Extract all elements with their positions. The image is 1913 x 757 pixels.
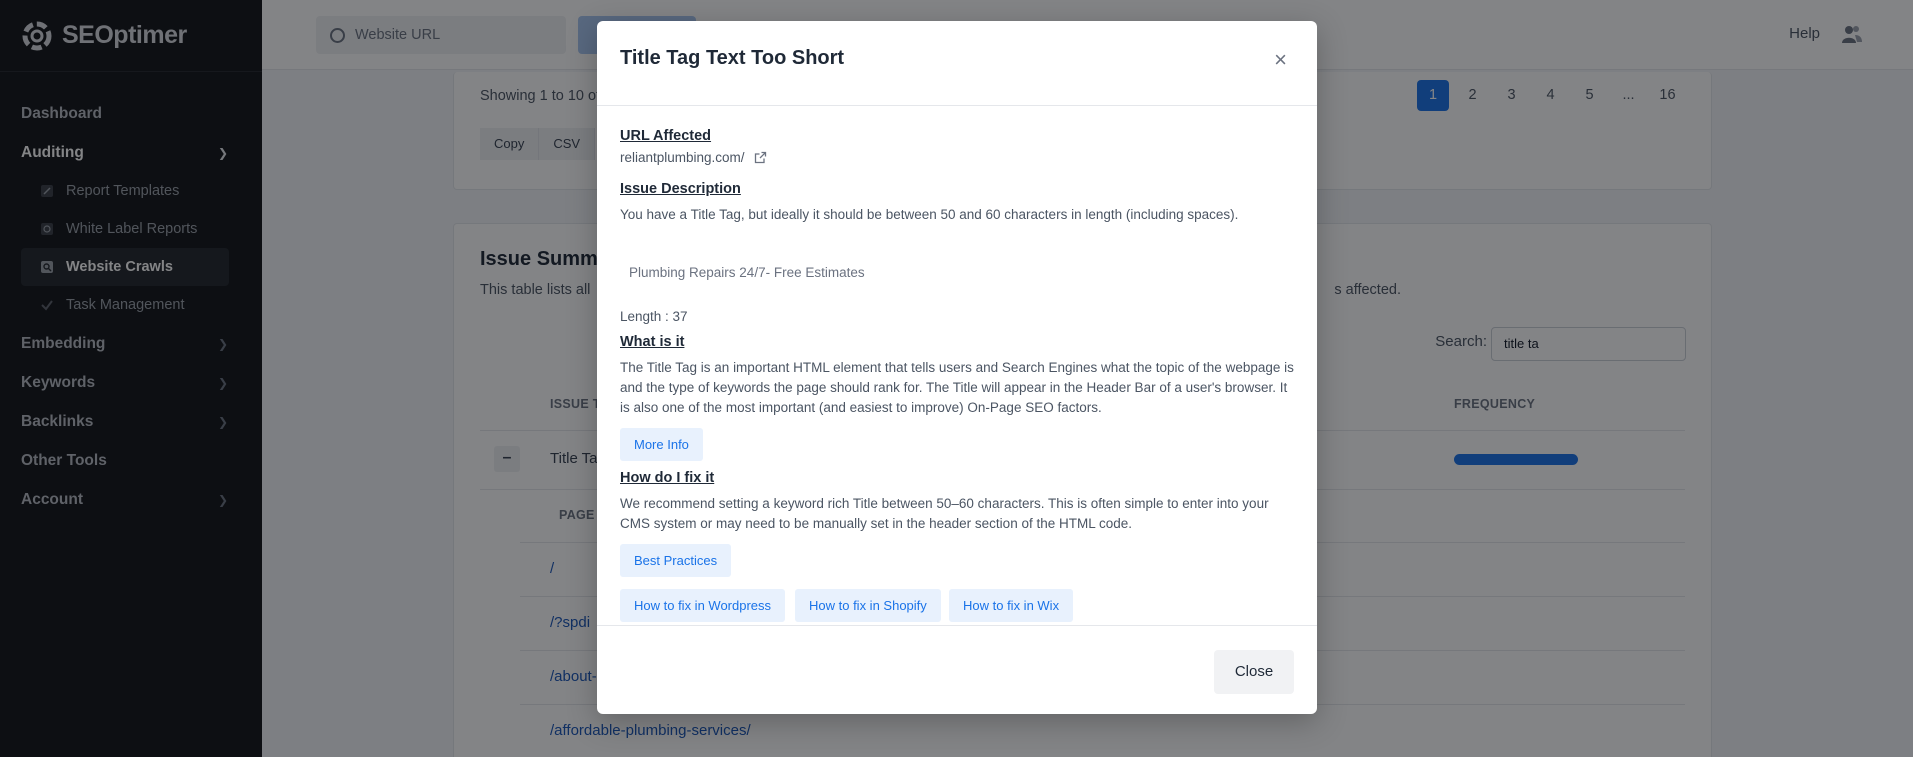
modal-header: Title Tag Text Too Short × <box>597 21 1317 106</box>
more-info-button[interactable]: More Info <box>620 428 703 461</box>
how-to-fix-text: We recommend setting a keyword rich Titl… <box>620 496 1269 531</box>
modal-title: Title Tag Text Too Short <box>620 47 845 69</box>
fix-in-wordpress-button[interactable]: How to fix in Wordpress <box>620 589 786 622</box>
close-button[interactable]: Close <box>1214 650 1294 694</box>
fix-in-shopify-button[interactable]: How to fix in Shopify <box>795 589 941 622</box>
issue-description-heading: Issue Description <box>620 181 741 197</box>
best-practices-button[interactable]: Best Practices <box>620 544 732 577</box>
what-is-it-text: The Title Tag is an important HTML eleme… <box>620 360 1294 415</box>
external-link-icon[interactable] <box>754 151 767 164</box>
affected-url: reliantplumbing.com/ <box>620 150 745 165</box>
modal-footer-divider <box>597 625 1317 626</box>
what-is-it-heading: What is it <box>620 334 685 350</box>
close-icon[interactable]: × <box>1274 49 1287 71</box>
fix-in-wix-button[interactable]: How to fix in Wix <box>949 589 1074 622</box>
title-tag-value: Plumbing Repairs 24/7- Free Estimates <box>620 258 870 288</box>
how-to-fix-heading: How do I fix it <box>620 470 715 486</box>
issue-description-text: You have a Title Tag, but ideally it sho… <box>620 207 1239 222</box>
affected-url-row: reliantplumbing.com/ <box>620 150 767 165</box>
title-length-text: Length : 37 <box>620 309 688 324</box>
url-affected-heading: URL Affected <box>620 128 712 144</box>
issue-detail-modal: Title Tag Text Too Short × URL Affected … <box>597 21 1317 714</box>
